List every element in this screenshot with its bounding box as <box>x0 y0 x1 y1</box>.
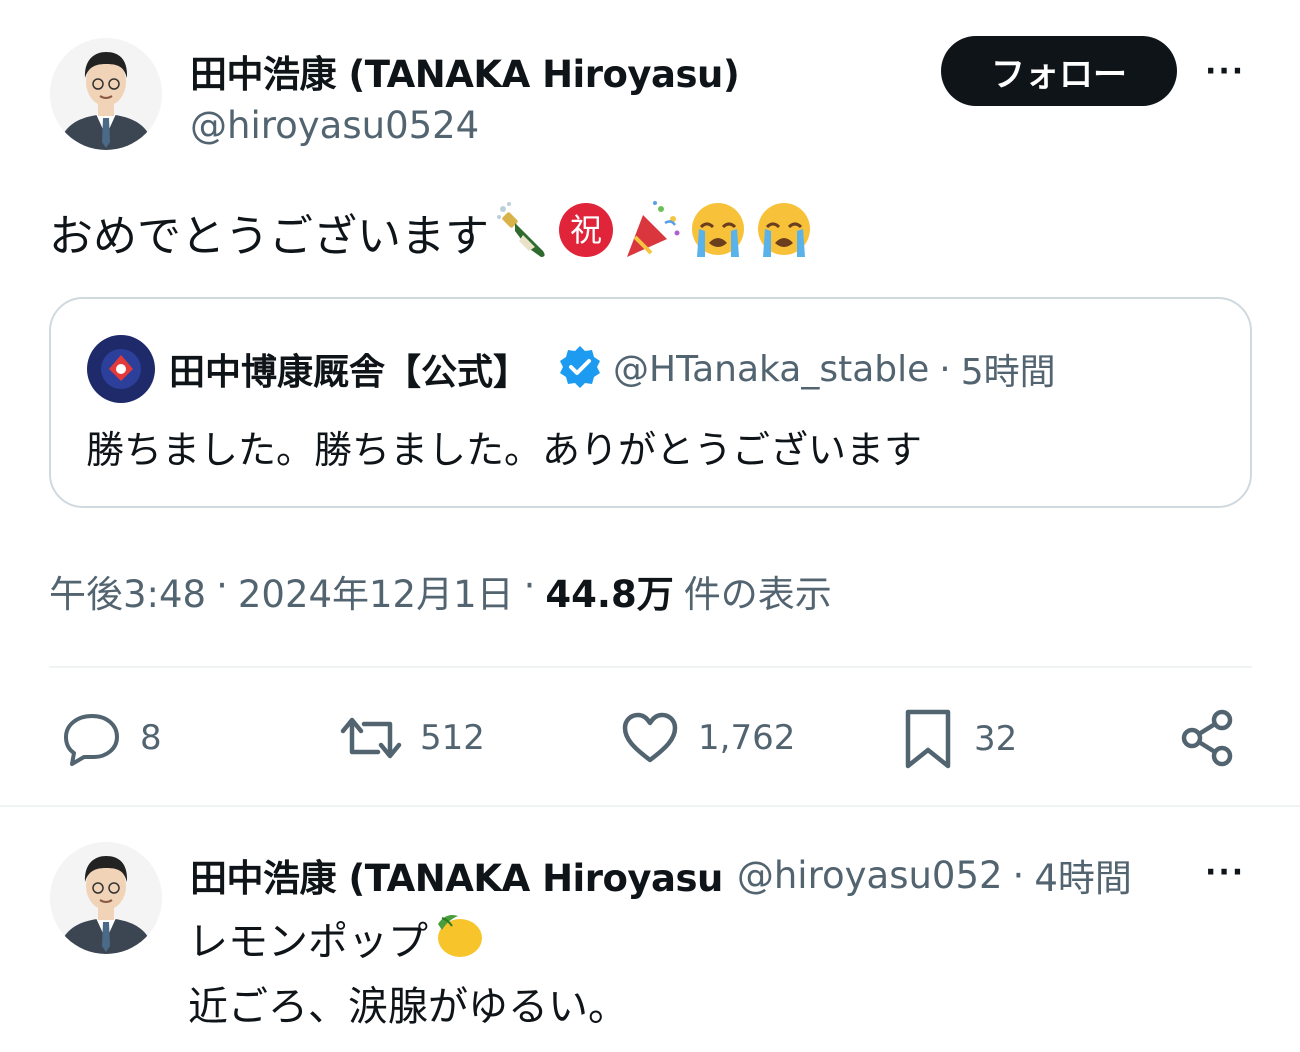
divider <box>49 666 1252 668</box>
share-button[interactable] <box>1178 708 1238 772</box>
follow-button[interactable]: フォロー <box>941 36 1177 106</box>
party-popper-icon <box>621 199 683 265</box>
separator-dot: · <box>523 564 536 607</box>
bookmark-button[interactable]: 32 <box>900 708 1017 770</box>
author-avatar-illustration <box>50 38 162 150</box>
section-divider <box>0 805 1300 807</box>
quoted-tweet-text: 勝ちました。勝ちました。ありがとうございます <box>86 428 923 472</box>
separator-dot: · <box>939 348 951 390</box>
quoted-author-avatar[interactable] <box>87 335 155 403</box>
author-avatar[interactable] <box>50 38 162 150</box>
loudly-crying-face-icon <box>753 199 815 265</box>
quoted-author-handle[interactable]: @HTanaka_stable <box>613 349 929 390</box>
quoted-tweet-card[interactable]: 田中博康厩舎【公式】 @HTanaka_stable · 5時間 勝ちました。勝… <box>49 297 1252 508</box>
verified-badge-icon <box>557 344 603 394</box>
reply-more-options-icon[interactable]: ··· <box>1205 855 1245 890</box>
reply-time[interactable]: 4時間 <box>1034 848 1132 902</box>
retweet-count: 512 <box>420 718 485 758</box>
views-count[interactable]: 44.8万 <box>545 564 673 618</box>
congratulations-ideograph-icon: 祝 <box>557 201 615 263</box>
reply-line-2: 近ごろ、涙腺がゆるい。 <box>188 984 628 1030</box>
retweet-icon <box>340 717 402 759</box>
tweet-body: おめでとうございます 祝 <box>49 200 815 264</box>
more-options-icon[interactable]: ··· <box>1205 54 1245 89</box>
bookmark-icon <box>905 709 951 769</box>
separator-dot: · <box>1012 853 1025 897</box>
like-count: 1,762 <box>698 718 796 758</box>
retweet-button[interactable]: 512 <box>340 708 485 768</box>
reply-line-1-text: レモンポップ <box>188 919 428 965</box>
author-name[interactable]: 田中浩康 (TANAKA Hiroyasu) <box>190 44 740 98</box>
views-label[interactable]: 件の表示 <box>684 564 832 618</box>
reply-body: レモンポップ 近ごろ、涙腺がゆるい。 <box>188 906 628 1036</box>
bookmark-count: 32 <box>974 719 1018 759</box>
quoted-tweet-time[interactable]: 5時間 <box>961 343 1056 395</box>
author-handle[interactable]: @hiroyasu0524 <box>190 104 479 147</box>
quoted-author-name[interactable]: 田中博康厩舎【公式】 <box>169 343 529 395</box>
reply-icon <box>64 714 119 766</box>
tweet-date[interactable]: 2024年12月1日 <box>238 564 514 618</box>
heart-icon <box>622 712 678 763</box>
reply-author-avatar[interactable] <box>50 842 162 954</box>
like-button[interactable]: 1,762 <box>620 708 795 768</box>
ideograph-text: 祝 <box>570 211 602 249</box>
tweet-meta: 午後3:48 · 2024年12月1日 · 44.8万 件の表示 <box>49 564 832 618</box>
share-icon <box>1181 709 1233 767</box>
reply-author-handle[interactable]: @hiroyasu052 <box>737 854 1003 897</box>
reply-count: 8 <box>140 718 162 758</box>
quoted-tweet-header: 田中博康厩舎【公式】 @HTanaka_stable · 5時間 <box>169 343 1056 395</box>
stable-logo-icon <box>89 337 153 401</box>
reply-author-avatar-illustration <box>50 842 162 954</box>
tweet-text: おめでとうございます <box>49 211 489 262</box>
lemon-icon <box>430 906 486 978</box>
reply-author-name[interactable]: 田中浩康 (TANAKA Hiroyasu <box>190 848 723 902</box>
reply-line-1: レモンポップ <box>188 906 628 978</box>
reply-button[interactable]: 8 <box>62 708 162 768</box>
separator-dot: · <box>216 564 228 607</box>
champagne-bottle-icon <box>493 199 551 265</box>
loudly-crying-face-icon <box>687 199 749 265</box>
reply-header: 田中浩康 (TANAKA Hiroyasu @hiroyasu052 · 4時間 <box>190 848 1200 902</box>
tweet-time[interactable]: 午後3:48 <box>49 564 206 618</box>
